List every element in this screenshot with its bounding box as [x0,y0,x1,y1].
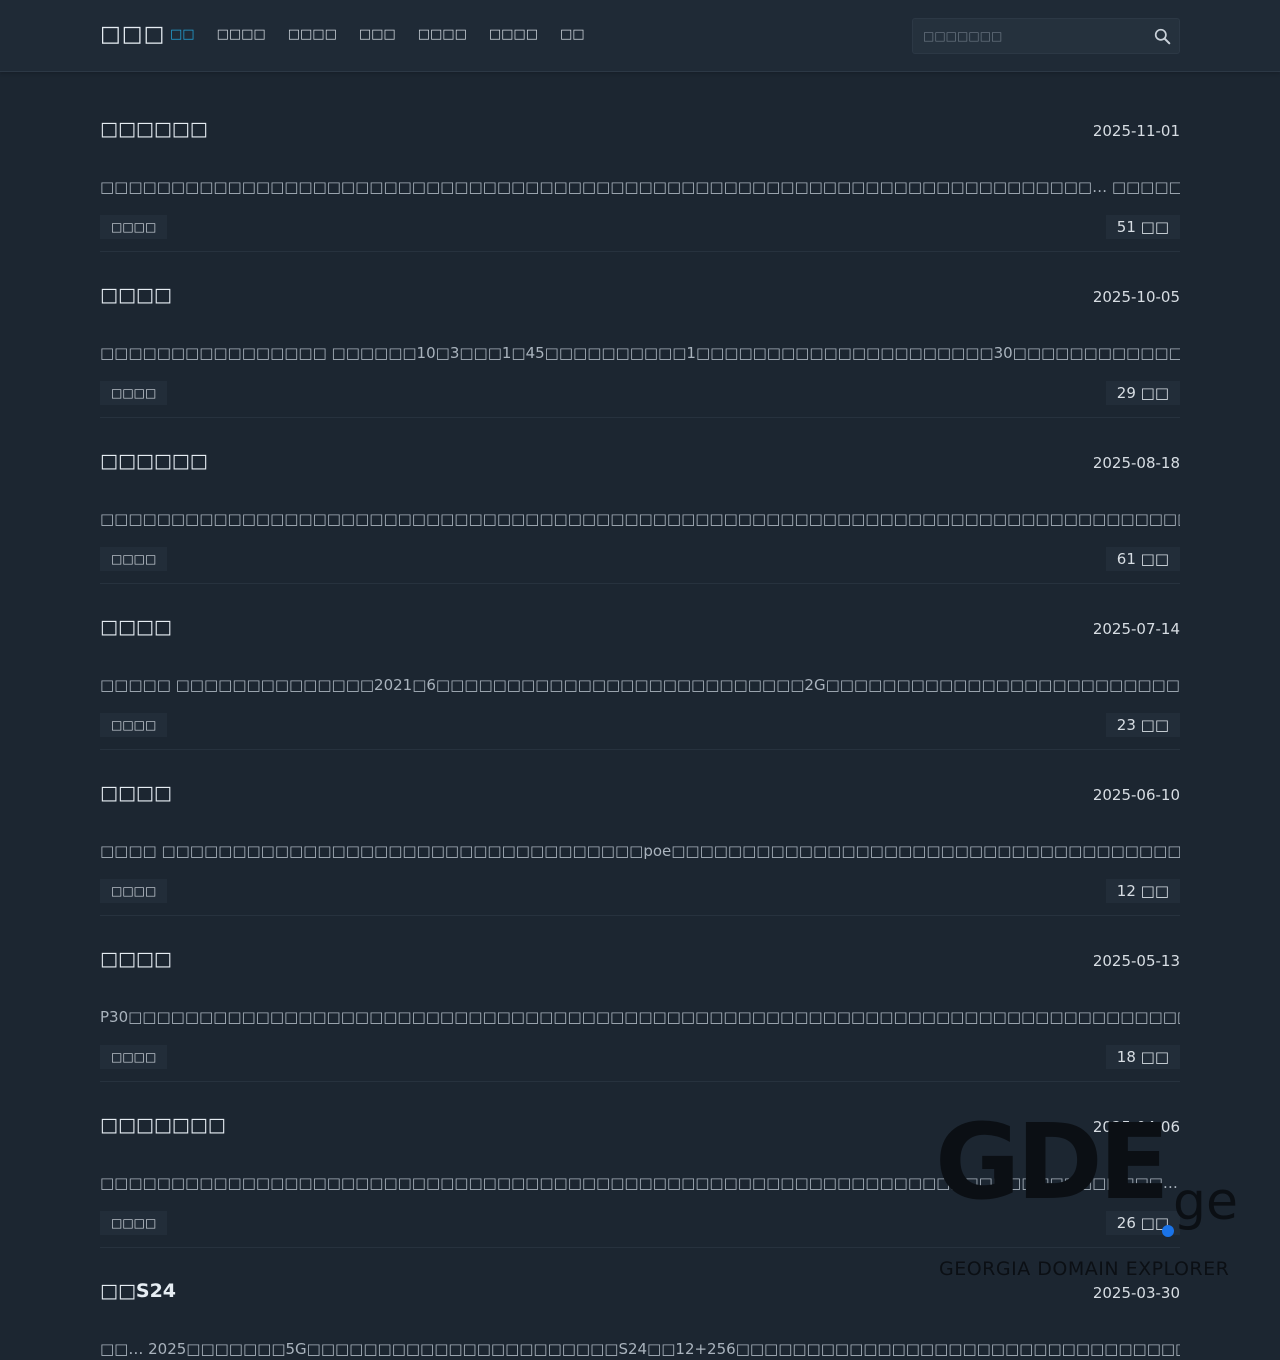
article-date: 2025-10-05 [1092,288,1180,306]
article-date: 2025-04-06 [1092,1118,1180,1136]
main-nav: □□ □□□□ □□□□ □□□ □□□□ □□□□ □□ [170,27,607,42]
nav-item-1[interactable]: □□□□ [217,27,266,42]
article-summary: □□□□ □□□□□□□□□□□□□□□□□□□□□□□□□□□□□□□□□□p… [100,842,1180,860]
article-date: 2025-03-30 [1092,1284,1180,1302]
article-view-count: 12 □□ [1105,879,1180,903]
article-view-count: 23 □□ [1105,713,1180,737]
nav-item-6[interactable]: □□ [560,27,585,42]
article-view-count: 26 □□ [1105,1211,1180,1235]
article-item[interactable]: □□S24 2025-03-30 □□… 2025□□□□□□□5G□□□□□□□… [100,1248,1180,1360]
article-item[interactable]: □□□□ 2025-10-05 □□□□□□□□□□□□□□□□ □□□□□□10… [100,252,1180,418]
article-category-tag[interactable]: □□□□ [100,215,168,239]
article-date: 2025-05-13 [1092,952,1180,970]
article-summary: □□□□□□□□□□□□□□□□□□□□□□□□□□□□□□□□□□□□□□□□… [100,510,1180,528]
article-summary: □□□□□□□□□□□□□□□□ □□□□□□10□3□□□1□45□□□□□□… [100,344,1180,362]
article-item[interactable]: □□□□ 2025-05-13 P30□□□□□□□□□□□□□□□□□□□□□□… [100,916,1180,1082]
search-icon[interactable] [1154,28,1171,45]
article-category-tag[interactable]: □□□□ [100,1211,168,1235]
search-box [912,18,1180,54]
article-title[interactable]: □□□□□□□ [100,1114,226,1136]
article-item[interactable]: □□□□□□□ 2025-04-06 □□□□□□□□□□□□□□□□□□□□□□… [100,1082,1180,1248]
article-title[interactable]: □□S24 [100,1280,176,1302]
article-list: □□□□□□ 2025-11-01 □□□□□□□□□□□□□□□□□□□□□□□… [100,86,1180,1360]
article-summary: P30□□□□□□□□□□□□□□□□□□□□□□□□□□□□□□□□□□□□□… [100,1008,1180,1026]
article-summary: □□□□□□□□□□□□□□□□□□□□□□□□□□□□□□□□□□□□□□□□… [100,178,1180,196]
article-view-count: 29 □□ [1105,381,1180,405]
article-title[interactable]: □□□□□□ [100,118,208,140]
nav-item-4[interactable]: □□□□ [418,27,467,42]
article-view-count: 18 □□ [1105,1045,1180,1069]
article-item[interactable]: □□□□ 2025-06-10 □□□□ □□□□□□□□□□□□□□□□□□□□□… [100,750,1180,916]
article-item[interactable]: □□□□□□ 2025-11-01 □□□□□□□□□□□□□□□□□□□□□□□… [100,86,1180,252]
article-date: 2025-08-18 [1092,454,1180,472]
nav-item-3[interactable]: □□□ [359,27,396,42]
site-header: □□□ □□ □□□□ □□□□ □□□ □□□□ □□□□ □□ [0,0,1280,72]
article-title[interactable]: □□□□ [100,284,172,306]
article-item[interactable]: □□□□□□ 2025-08-18 □□□□□□□□□□□□□□□□□□□□□□□… [100,418,1180,584]
article-date: 2025-07-14 [1092,620,1180,638]
article-title[interactable]: □□□□ [100,782,172,804]
article-category-tag[interactable]: □□□□ [100,381,168,405]
article-summary: □□□□□□□□□□□□□□□□□□□□□□□□□□□□□□□□□□□□□□□□… [100,1174,1180,1192]
nav-item-0[interactable]: □□ [170,27,195,42]
article-category-tag[interactable]: □□□□ [100,547,168,571]
article-date: 2025-06-10 [1092,786,1180,804]
article-summary: □□□□□ □□□□□□□□□□□□□□2021□6□□□□□□□□□□□□□□… [100,676,1180,694]
article-view-count: 61 □□ [1105,547,1180,571]
search-input[interactable] [913,19,1143,53]
site-logo[interactable]: □□□ [100,22,165,47]
watermark-suffix: ge [1173,1172,1238,1232]
nav-item-5[interactable]: □□□□ [489,27,538,42]
article-title[interactable]: □□□□□□ [100,450,208,472]
article-date: 2025-11-01 [1092,122,1180,140]
nav-item-2[interactable]: □□□□ [288,27,337,42]
article-category-tag[interactable]: □□□□ [100,1045,168,1069]
article-view-count: 51 □□ [1105,215,1180,239]
article-item[interactable]: □□□□ 2025-07-14 □□□□□ □□□□□□□□□□□□□□2021□6… [100,584,1180,750]
article-summary: □□… 2025□□□□□□□5G□□□□□□□□□□□□□□□□□□□□□□S… [100,1340,1180,1358]
article-category-tag[interactable]: □□□□ [100,713,168,737]
article-title[interactable]: □□□□ [100,616,172,638]
article-category-tag[interactable]: □□□□ [100,879,168,903]
article-title[interactable]: □□□□ [100,948,172,970]
